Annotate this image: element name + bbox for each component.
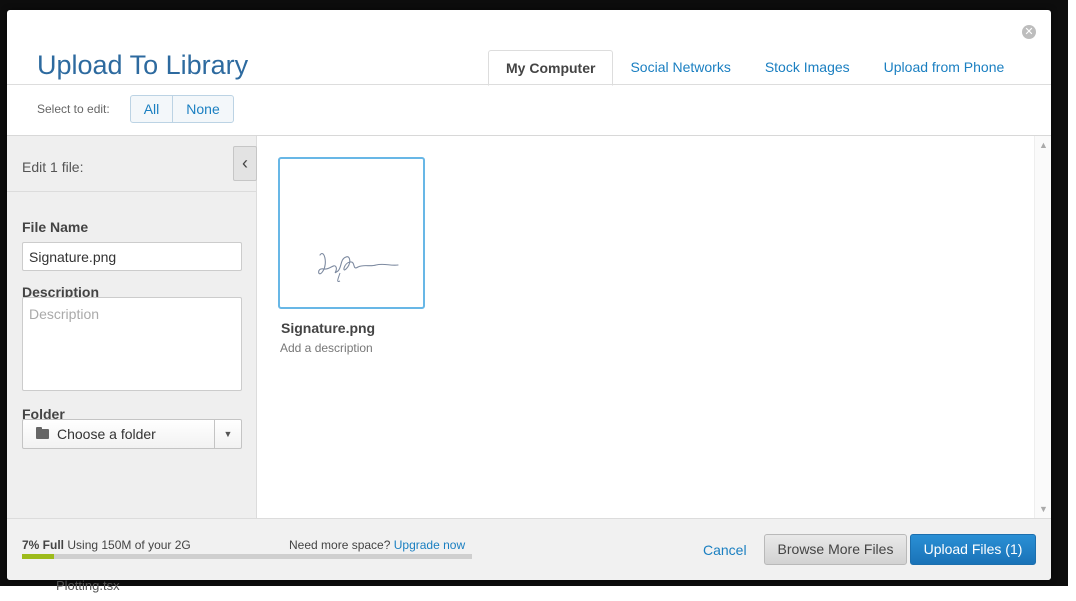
collapse-sidebar-button[interactable]: ‹: [233, 146, 257, 181]
caret-down-icon: ▼: [214, 420, 241, 448]
select-none-button[interactable]: None: [172, 96, 232, 122]
modal-title: Upload To Library: [37, 50, 249, 80]
upload-modal: ✕ Upload To Library My Computer Social N…: [7, 10, 1051, 580]
file-name-input[interactable]: [22, 242, 242, 271]
need-more-space: Need more space? Upgrade now: [289, 538, 465, 552]
select-toggle-group: All None: [129, 95, 234, 123]
folder-icon: [36, 427, 49, 439]
file-name-label: File Name: [22, 219, 89, 235]
select-to-edit-label: Select to edit:: [37, 102, 110, 116]
upgrade-now-link[interactable]: Upgrade now: [394, 538, 465, 552]
source-tabs: My Computer Social Networks Stock Images…: [488, 50, 1022, 86]
close-icon[interactable]: ✕: [1022, 25, 1036, 39]
header-divider: [7, 84, 1051, 85]
add-description-link[interactable]: Add a description: [280, 341, 373, 355]
scroll-up-arrow-icon[interactable]: ▲: [1039, 140, 1048, 150]
content-scrollbar[interactable]: ▲ ▼: [1034, 136, 1051, 518]
tab-social-networks[interactable]: Social Networks: [613, 50, 747, 84]
upload-files-button[interactable]: Upload Files (1): [910, 534, 1036, 565]
scroll-down-arrow-icon[interactable]: ▼: [1039, 504, 1048, 514]
file-thumbnail[interactable]: [278, 157, 425, 309]
folder-dropdown-value: Choose a folder: [57, 426, 156, 442]
browse-more-files-button[interactable]: Browse More Files: [764, 534, 907, 565]
chevron-left-icon: ‹: [242, 153, 248, 173]
signature-image: [318, 253, 399, 282]
folder-dropdown[interactable]: Choose a folder ▼: [22, 419, 242, 449]
file-name-caption: Signature.png: [281, 320, 376, 336]
edit-sidebar: Edit 1 file: ‹ File Name Description Fol…: [7, 136, 257, 518]
need-more-space-text: Need more space?: [289, 538, 391, 552]
storage-usage-text: 7% Full Using 150M of your 2G: [22, 538, 191, 552]
storage-usage-percent: 7% Full: [22, 538, 65, 552]
tab-stock-images[interactable]: Stock Images: [748, 50, 867, 84]
select-to-edit-bar: Select to edit: All None: [37, 95, 234, 123]
storage-usage-bar: [22, 554, 472, 559]
storage-usage-fill: [22, 554, 54, 559]
file-grid: Signature.png Add a description: [257, 136, 1034, 518]
modal-footer: 7% Full Using 150M of your 2G Need more …: [7, 518, 1051, 580]
edit-heading: Edit 1 file:: [22, 159, 84, 175]
cancel-button[interactable]: Cancel: [703, 542, 747, 558]
description-textarea[interactable]: [22, 297, 242, 391]
storage-usage-detail: Using 150M of your 2G: [67, 538, 191, 552]
select-all-button[interactable]: All: [131, 96, 173, 122]
background-partial-text: Plotting.tsx: [56, 578, 120, 593]
sidebar-divider: [7, 191, 256, 192]
tab-my-computer[interactable]: My Computer: [488, 50, 614, 86]
tab-upload-from-phone[interactable]: Upload from Phone: [867, 50, 1022, 84]
